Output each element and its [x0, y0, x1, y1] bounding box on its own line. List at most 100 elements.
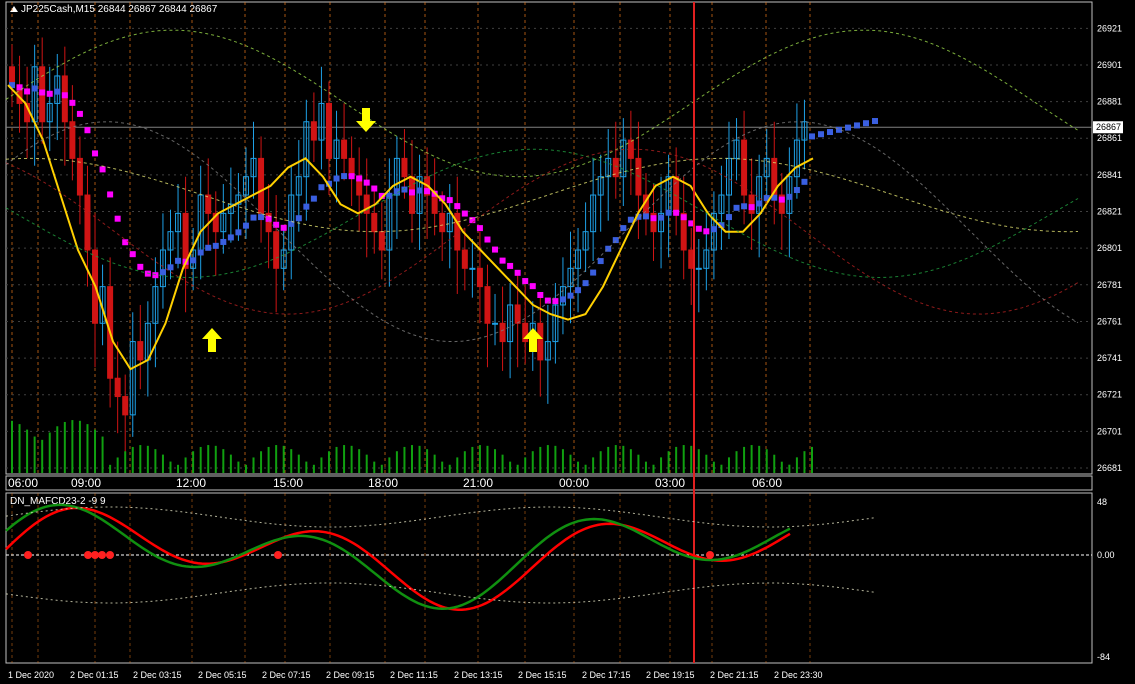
ma-square	[107, 191, 114, 198]
ma-square	[295, 215, 302, 222]
price-tick-label: 26921	[1097, 23, 1122, 33]
candle-body	[476, 267, 483, 288]
price-tick-label: 26861	[1097, 133, 1122, 143]
indicator-fast-line	[5, 506, 791, 611]
up-arrow-shape	[202, 328, 222, 352]
candle-body	[371, 212, 378, 233]
ma-square	[612, 237, 619, 244]
candle-body	[69, 121, 76, 159]
ma-square	[446, 197, 453, 204]
date-axis-label: 2 Dec 21:15	[710, 670, 759, 680]
ma-square	[642, 213, 649, 220]
ma-square	[341, 173, 348, 180]
ma-square	[235, 229, 242, 236]
candle-body	[341, 139, 348, 159]
signal-dot	[706, 551, 714, 559]
ma-square	[507, 262, 514, 269]
ma-square	[250, 214, 257, 221]
time-axis-label: 09:00	[71, 476, 101, 490]
ma-square	[845, 124, 851, 131]
ma-square	[303, 203, 310, 210]
date-axis-label: 2 Dec 03:15	[133, 670, 182, 680]
ma-square	[318, 184, 325, 191]
ma-square	[401, 186, 408, 193]
ma-square	[793, 187, 800, 194]
ma-square	[212, 242, 219, 249]
chart-canvas[interactable]: 26921 26901 26881 26861 26841 26821 26801 26781…	[0, 0, 1135, 684]
ma-square	[559, 296, 566, 303]
ma-square	[363, 179, 370, 186]
ma-square	[673, 209, 680, 216]
ma-square	[31, 85, 38, 92]
price-tick-label: 26841	[1097, 170, 1122, 180]
indicator-pane-frame	[5, 492, 1093, 664]
ma-square	[484, 236, 491, 243]
date-axis-label: 2 Dec 13:15	[454, 670, 503, 680]
candle-body	[537, 322, 544, 361]
ma-square	[725, 214, 732, 221]
ma-square	[863, 120, 869, 127]
candle-body	[431, 194, 438, 214]
ma-square	[476, 225, 483, 232]
ma-square	[258, 214, 265, 221]
candle-body	[137, 341, 144, 361]
ma-square	[733, 204, 740, 211]
candle-body	[76, 157, 83, 196]
ma-square	[454, 203, 461, 210]
date-axis-label: 2 Dec 19:15	[646, 670, 695, 680]
indicator-scale-label: -84	[1097, 652, 1110, 662]
ma-square	[69, 99, 76, 106]
candle-body	[258, 157, 265, 214]
ma-square	[665, 209, 672, 216]
candle-body	[122, 396, 129, 416]
up-arrow-icon	[202, 328, 222, 352]
ma-square	[748, 204, 755, 211]
time-axis-label: 06:00	[752, 476, 782, 490]
ma-square	[61, 92, 68, 99]
ma-square	[461, 210, 468, 217]
time-scale-bar	[5, 475, 1093, 491]
ma-square	[529, 283, 536, 290]
ma-square	[220, 238, 227, 245]
candle-body	[378, 231, 385, 251]
price-tick-label: 26701	[1097, 426, 1122, 436]
time-axis-label: 06:00	[8, 476, 38, 490]
candle-body	[61, 75, 68, 123]
ma-square	[129, 251, 136, 258]
candle-body	[84, 194, 91, 251]
signal-dot	[274, 551, 282, 559]
ma-square	[280, 224, 287, 231]
envelope-line	[5, 157, 1079, 233]
price-tick-label: 26881	[1097, 97, 1122, 107]
price-tick-label: 26901	[1097, 60, 1122, 70]
date-axis-label: 2 Dec 23:30	[774, 670, 823, 680]
candle-body	[439, 212, 446, 233]
ma-square	[167, 264, 174, 271]
date-axis-label: 2 Dec 11:15	[390, 670, 438, 680]
candle-body	[461, 249, 468, 269]
ma-square	[499, 257, 506, 264]
candle-body	[310, 121, 317, 141]
candle-body	[205, 194, 212, 214]
ma-square	[537, 291, 544, 298]
ma-square	[310, 195, 317, 202]
candle-body	[273, 231, 280, 269]
ma-square	[159, 269, 166, 276]
signal-dot	[98, 551, 106, 559]
ma-square	[114, 215, 121, 222]
candle-body	[695, 267, 702, 270]
ma-square	[46, 90, 53, 97]
price-tick-label: 26821	[1097, 207, 1122, 217]
ma-square	[872, 118, 878, 125]
candle-body	[688, 249, 695, 269]
signal-dot	[24, 551, 32, 559]
ma-square	[39, 89, 46, 96]
time-axis-label: 21:00	[463, 476, 493, 490]
time-axis-label: 18:00	[368, 476, 398, 490]
price-tick-label: 26761	[1097, 316, 1122, 326]
ma-square	[122, 239, 129, 246]
candle-body	[114, 377, 121, 398]
indicator-band-line	[5, 506, 877, 528]
down-arrow-shape	[356, 108, 376, 132]
envelope-line	[5, 148, 1079, 315]
